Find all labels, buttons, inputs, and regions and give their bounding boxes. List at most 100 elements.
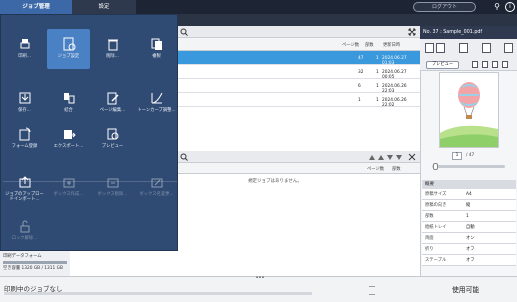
col-pages[interactable]: ページ数 bbox=[367, 166, 384, 172]
menu-item-preview[interactable]: プレビュー bbox=[91, 119, 134, 159]
menu-item-job-settings[interactable]: ジョブ設定 bbox=[47, 29, 90, 69]
menu-item-label: トーンカーブ調整... bbox=[137, 108, 176, 113]
menu-item-export[interactable]: エクスポート... bbox=[47, 119, 90, 159]
expand-icon[interactable] bbox=[408, 28, 416, 36]
page-slider-handle[interactable] bbox=[433, 163, 438, 170]
page-icon[interactable] bbox=[425, 43, 434, 53]
top-bar: ジョブ管理 設定 ログアウト ⚲ i bbox=[0, 0, 517, 14]
col-pages[interactable]: ページ数 bbox=[342, 42, 359, 48]
menu-item-print[interactable]: 印刷... bbox=[3, 29, 46, 69]
grid-view-icon[interactable] bbox=[492, 61, 498, 68]
menu-item-label: ボックス作成... bbox=[53, 192, 84, 197]
menu-item-unlock: ロック解除... bbox=[3, 211, 46, 251]
status-dash: ― bbox=[369, 291, 375, 298]
edit-icon[interactable] bbox=[504, 43, 513, 53]
summary-header: 概要 bbox=[422, 180, 516, 189]
info-icon[interactable]: i bbox=[505, 2, 515, 12]
preview-icon bbox=[107, 128, 118, 140]
menu-item-upload-import[interactable]: ジョブのアップロードインポート... bbox=[3, 167, 46, 207]
menu-item-save[interactable]: 保存... bbox=[3, 83, 46, 123]
property-row: 原稿の向き縦 bbox=[422, 200, 516, 211]
storage-bar bbox=[3, 261, 67, 264]
col-updated[interactable]: 更新日時 bbox=[383, 42, 400, 48]
box-create-icon bbox=[63, 178, 74, 188]
preview-button[interactable]: プレビュー bbox=[426, 61, 459, 69]
spread-view-icon[interactable] bbox=[482, 61, 488, 68]
print-icon bbox=[20, 39, 29, 49]
empty-message: 規定ジョブはありません。 bbox=[248, 179, 302, 184]
multi-page-icon[interactable] bbox=[482, 43, 491, 53]
sort-arrows-icon[interactable] bbox=[368, 153, 404, 161]
menu-item-page-edit[interactable]: ページ編集... bbox=[91, 83, 134, 123]
col-copies[interactable]: 部数 bbox=[365, 42, 374, 48]
printer-ready-text: 使用可能 bbox=[452, 286, 480, 294]
balloon-image-icon bbox=[440, 73, 498, 147]
menu-item-label: 結合 bbox=[64, 108, 73, 113]
property-row: 折り オフ bbox=[422, 244, 516, 255]
book-icon[interactable] bbox=[436, 43, 445, 53]
storage-label: 印刷データフォーム bbox=[3, 254, 42, 259]
property-row: 部数 1 bbox=[422, 211, 516, 222]
settings-icon[interactable] bbox=[459, 43, 468, 53]
col-copies[interactable]: 部数 bbox=[392, 166, 401, 172]
tab-settings[interactable]: 設定 bbox=[72, 0, 136, 14]
menu-item-label: 削除... bbox=[106, 54, 119, 59]
duplicate-icon bbox=[151, 38, 162, 50]
job-detail-title: No. 37 : Sample_001.pdf bbox=[420, 26, 517, 39]
page-edit-icon bbox=[107, 92, 119, 105]
menu-item-label: 複製 bbox=[152, 54, 161, 59]
menu-item-label: ロック解除... bbox=[11, 236, 38, 241]
menu-item-trash[interactable]: 削除... bbox=[91, 29, 134, 69]
menu-item-duplicate[interactable]: 複製 bbox=[135, 29, 178, 69]
menu-item-label: ページ編集... bbox=[99, 108, 126, 113]
export-icon bbox=[63, 130, 76, 139]
resize-handle[interactable]: ••• bbox=[254, 276, 266, 281]
menu-item-label: ジョブ設定 bbox=[57, 54, 80, 59]
search-icon[interactable] bbox=[180, 28, 188, 36]
menu-item-box-delete: ボックス削除... bbox=[91, 167, 134, 207]
help-icon[interactable]: ⚲ bbox=[492, 2, 502, 12]
job-settings-icon bbox=[63, 37, 75, 51]
property-row: ステープル オフ bbox=[422, 255, 516, 266]
menu-item-label: ボックス削除... bbox=[97, 192, 128, 197]
print-progress-bar bbox=[4, 292, 312, 295]
menu-item-tone-curve[interactable]: トーンカーブ調整... bbox=[135, 83, 178, 123]
box-delete-icon bbox=[107, 178, 118, 188]
expand-icon[interactable] bbox=[408, 153, 416, 161]
menu-item-label: 印刷... bbox=[18, 54, 31, 59]
tab-job-management[interactable]: ジョブ管理 bbox=[0, 0, 72, 14]
menu-item-label: ジョブのアップロードインポート... bbox=[5, 192, 44, 202]
storage-status: 印刷データフォーム 空き容量 1320 GB / 1311 GB bbox=[0, 251, 70, 276]
save-icon bbox=[19, 92, 30, 104]
property-row: 給紙トレイ 自動 bbox=[422, 222, 516, 233]
box-rename-icon bbox=[151, 178, 162, 188]
merge-icon bbox=[63, 93, 74, 104]
property-row: 原稿サイズ A4 bbox=[422, 189, 516, 200]
menu-item-label: フォーム登録 bbox=[11, 144, 38, 149]
menu-item-label: プレビュー bbox=[101, 144, 124, 149]
tone-curve-icon bbox=[151, 92, 162, 104]
menu-item-box-create: ボックス作成... bbox=[47, 167, 90, 207]
property-row: 両面 オン bbox=[422, 233, 516, 244]
page-slider[interactable] bbox=[432, 165, 505, 168]
menu-item-merge[interactable]: 結合 bbox=[47, 83, 90, 123]
menu-item-label: 保存... bbox=[18, 108, 31, 113]
page-number-input[interactable]: 1 bbox=[452, 152, 462, 160]
thumb-view-icon[interactable] bbox=[472, 61, 478, 68]
menu-item-form-register[interactable]: フォーム登録 bbox=[3, 119, 46, 159]
page-thumbnail[interactable] bbox=[439, 72, 499, 148]
menu-item-label: エクスポート... bbox=[53, 144, 84, 149]
search-icon[interactable] bbox=[180, 153, 188, 161]
free-space-text: 空き容量 1320 GB / 1311 GB bbox=[3, 266, 63, 271]
form-register-icon bbox=[19, 127, 30, 141]
job-management-menu: 印刷... ジョブ設定 削除... 複製保存... 結合 ページ編集... トーンカーブ調整… bbox=[0, 14, 178, 251]
menu-item-label: ボックス名変更... bbox=[139, 192, 174, 197]
list-view-icon[interactable] bbox=[502, 61, 508, 68]
upload-import-icon bbox=[19, 176, 30, 188]
status-dash: ― bbox=[369, 283, 375, 290]
unlock-icon bbox=[20, 220, 29, 233]
logout-button[interactable]: ログアウト bbox=[413, 2, 476, 12]
trash-icon bbox=[107, 39, 118, 51]
menu-item-box-rename: ボックス名変更... bbox=[135, 167, 178, 207]
page-total: / 47 bbox=[466, 153, 475, 158]
